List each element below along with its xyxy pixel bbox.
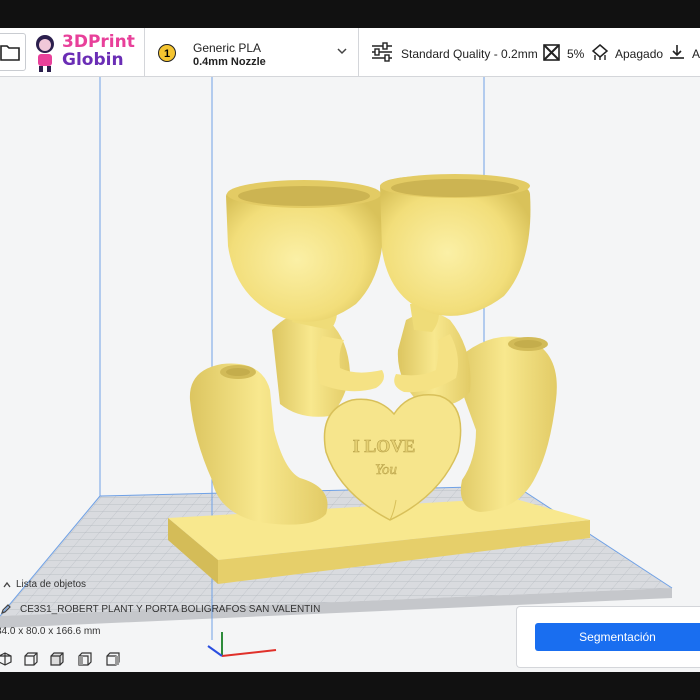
object-dimensions: 84.0 x 80.0 x 166.6 mm [0, 626, 101, 637]
folder-icon [0, 45, 20, 61]
infill-icon [543, 44, 560, 61]
open-file-button[interactable] [0, 33, 26, 71]
view-right-icon[interactable] [106, 652, 120, 666]
adhesion-icon [670, 45, 684, 59]
support-icon [591, 44, 609, 60]
view-left-icon[interactable] [78, 652, 92, 666]
object-list-panel: Lista de objetos CE3S1_ROBERT PLANT Y PO… [0, 574, 320, 672]
logo-mascot-icon [36, 35, 54, 72]
adhesion-label[interactable]: A [692, 47, 700, 61]
edit-icon[interactable] [0, 603, 12, 615]
print-settings-icon[interactable] [370, 42, 394, 62]
chevron-down-icon[interactable] [336, 46, 348, 56]
support-status[interactable]: Apagado [615, 47, 663, 61]
object-list-title[interactable]: Lista de objetos [16, 579, 86, 590]
quality-profile[interactable]: Standard Quality - 0.2mm [401, 47, 538, 61]
material-name: Generic PLA [193, 41, 262, 55]
bottom-black-border [0, 672, 700, 700]
slice-button[interactable]: Segmentación [535, 623, 700, 651]
logo-line1: 3DPrint [62, 32, 135, 52]
infill-percent[interactable]: 5% [567, 47, 584, 61]
heart-text-love: I LOVE [353, 436, 416, 456]
view-top-icon[interactable] [50, 652, 64, 666]
logo-line2: Globin [62, 50, 124, 70]
top-black-border [0, 0, 700, 28]
view-front-icon[interactable] [24, 652, 38, 666]
view-3d-icon[interactable] [0, 652, 12, 666]
nozzle-size: 0.4mm Nozzle [193, 56, 266, 68]
chevron-up-icon[interactable] [2, 580, 12, 590]
heart-text-you: You [375, 462, 397, 478]
toolbar-header: 3DPrint Globin Generic PLA 0.4mm Nozzle … [0, 28, 700, 77]
extruder-badge: 1 [158, 44, 176, 62]
object-filename: CE3S1_ROBERT PLANT Y PORTA BOLIGRAFOS SA… [20, 604, 321, 615]
